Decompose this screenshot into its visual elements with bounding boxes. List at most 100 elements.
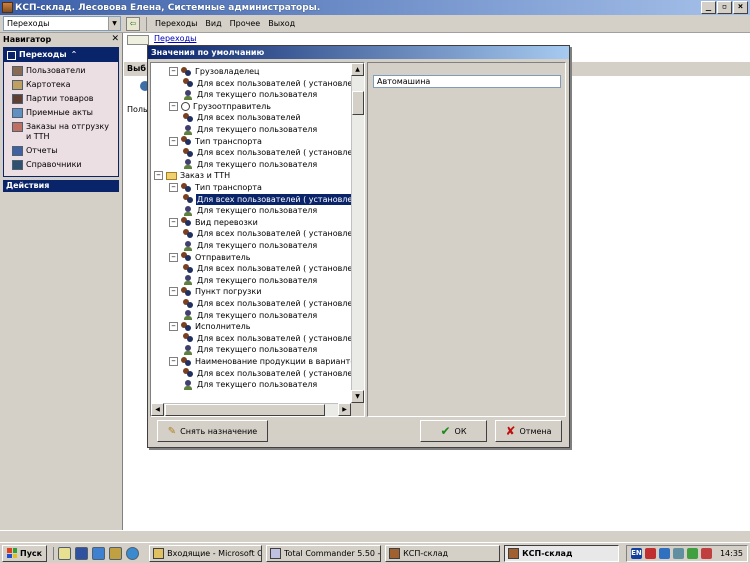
- volume-icon[interactable]: [672, 548, 684, 559]
- tree-node[interactable]: Для всех пользователей ( установлен: [183, 78, 351, 89]
- tree-node[interactable]: Для текущего пользователя: [183, 124, 318, 135]
- actions-panel-header[interactable]: Действия: [3, 180, 119, 192]
- tab-link-transitions[interactable]: Переходы: [154, 34, 196, 43]
- tree-collapse-icon[interactable]: −: [154, 171, 163, 181]
- scroll-thumb-horizontal[interactable]: [165, 404, 325, 416]
- desktop-icon[interactable]: [58, 546, 72, 560]
- menu-item-transitions[interactable]: Переходы: [151, 19, 201, 28]
- circle-icon: [181, 101, 190, 111]
- scroll-down-icon[interactable]: ▼: [351, 390, 364, 403]
- close-button[interactable]: ×: [733, 1, 748, 14]
- tree-node[interactable]: − Тип транспорта: [169, 182, 263, 193]
- tree-collapse-icon[interactable]: −: [169, 357, 178, 366]
- tree-node[interactable]: Для всех пользователей ( установлен: [183, 147, 351, 158]
- tree-node[interactable]: Для текущего пользователя: [183, 379, 318, 390]
- task-total-commander[interactable]: Total Commander 5.50 - ...: [266, 544, 382, 562]
- navigation-combo[interactable]: Переходы ▼: [3, 16, 121, 31]
- tree-node[interactable]: − Грузоотправитель: [169, 101, 272, 112]
- tree-node[interactable]: − Грузовладелец: [169, 66, 261, 77]
- tree-collapse-icon[interactable]: −: [169, 287, 178, 297]
- nav-item-reports[interactable]: Отчеты: [4, 144, 118, 158]
- clear-assignment-button[interactable]: ✎ Снять назначение: [157, 420, 268, 442]
- scroll-up-icon[interactable]: ▲: [351, 63, 364, 76]
- tree-node[interactable]: Для всех пользователей ( установлен: [183, 368, 351, 379]
- tree-node-selected[interactable]: Для всех пользователей ( установлен: [183, 193, 351, 205]
- tree-collapse-icon[interactable]: −: [169, 67, 178, 76]
- browser-icon[interactable]: [92, 546, 106, 560]
- broom-icon: ✎: [167, 425, 177, 437]
- tree-collapse-icon[interactable]: −: [169, 217, 178, 227]
- tree-node[interactable]: Для текущего пользователя: [183, 89, 318, 100]
- task-ksp-sklad[interactable]: КСП-склад: [385, 544, 501, 562]
- scroll-thumb[interactable]: [352, 91, 364, 115]
- chevron-down-icon[interactable]: ▼: [108, 17, 120, 30]
- ksp-icon: [389, 547, 401, 559]
- folder-icon: [166, 171, 177, 180]
- antivirus-icon[interactable]: [686, 548, 698, 559]
- menu-item-other[interactable]: Прочее: [226, 19, 265, 28]
- title-bar: КСП-склад. Лесовова Елена, Системные адм…: [0, 0, 750, 15]
- ok-button[interactable]: ✔ ОК: [420, 420, 487, 442]
- close-icon[interactable]: ✕: [111, 33, 119, 46]
- globe-icon[interactable]: [126, 546, 140, 560]
- tree-collapse-icon[interactable]: −: [169, 136, 178, 146]
- scroll-right-icon[interactable]: ▶: [338, 403, 351, 416]
- tree-node[interactable]: − Тип транспорта: [169, 136, 263, 147]
- nav-item-goods-batches[interactable]: Партии товаров: [4, 92, 118, 106]
- tree-node[interactable]: − Пункт погрузки: [169, 286, 262, 297]
- tree-node[interactable]: − Исполнитель: [169, 321, 251, 332]
- tree-node[interactable]: Для всех пользователей ( установлен: [183, 263, 351, 274]
- tree-collapse-icon[interactable]: −: [169, 252, 178, 262]
- tree-collapse-icon[interactable]: −: [169, 183, 178, 192]
- tree-node[interactable]: − Заказ и ТТН: [154, 170, 231, 181]
- minimize-button[interactable]: _: [701, 1, 716, 14]
- tree-node[interactable]: Для текущего пользователя: [183, 310, 318, 321]
- users-group-icon: [181, 136, 192, 146]
- collapse-icon[interactable]: ⌃: [71, 48, 78, 62]
- nav-item-shipping-orders[interactable]: Заказы на отгрузку и ТТН: [4, 120, 118, 144]
- tree-node[interactable]: Для всех пользователей: [183, 112, 302, 123]
- tools-icon[interactable]: [109, 546, 123, 560]
- tree-collapse-icon[interactable]: −: [169, 322, 178, 332]
- tree-node[interactable]: Для текущего пользователя: [183, 275, 318, 286]
- tree-node-label: Для всех пользователей ( установлен: [197, 78, 351, 88]
- tree-node-label: Для текущего пользователя: [197, 275, 318, 285]
- task-ksp-sklad-active[interactable]: КСП-склад: [504, 544, 620, 562]
- tree-node[interactable]: Для всех пользователей ( установлен: [183, 228, 351, 239]
- tree-node[interactable]: − Наименование продукции в варианте для: [169, 356, 351, 367]
- tree-node[interactable]: Для всех пользователей ( установлен: [183, 333, 351, 344]
- tree-node[interactable]: − Вид перевозки: [169, 217, 259, 228]
- maximize-button[interactable]: ▫: [717, 1, 732, 14]
- tree-node[interactable]: − Отправитель: [169, 252, 252, 263]
- navigator-title: Навигатор: [3, 35, 52, 44]
- tree-node[interactable]: Для текущего пользователя: [183, 344, 318, 355]
- tree-node[interactable]: Для текущего пользователя: [183, 240, 318, 251]
- tree-node[interactable]: Для всех пользователей ( установлен: [183, 298, 351, 309]
- tree-node[interactable]: Для текущего пользователя: [183, 159, 318, 170]
- shield-icon[interactable]: [700, 548, 712, 559]
- transitions-panel-header[interactable]: Переходы ⌃: [4, 48, 118, 62]
- tree-node-label: Для текущего пользователя: [197, 90, 318, 100]
- navigate-icon[interactable]: ⇦: [126, 16, 140, 31]
- default-value-field[interactable]: Автомашина: [373, 75, 561, 88]
- nav-item-users[interactable]: Пользователи: [4, 64, 118, 78]
- horizontal-scrollbar[interactable]: ◀ ▶: [151, 403, 351, 416]
- tree-node[interactable]: Для текущего пользователя: [183, 205, 318, 216]
- network-icon[interactable]: [644, 548, 656, 559]
- vertical-scrollbar[interactable]: ▲ ▼: [351, 63, 364, 403]
- task-outlook[interactable]: Входящие - Microsoft O...: [149, 544, 263, 562]
- monitor-icon[interactable]: [658, 548, 670, 559]
- tree-node-label: Для текущего пользователя: [197, 380, 318, 390]
- cancel-button[interactable]: ✘ Отмена: [495, 420, 562, 442]
- nav-item-references[interactable]: Справочники: [4, 158, 118, 172]
- menu-item-exit[interactable]: Выход: [264, 19, 299, 28]
- nav-item-receipt-acts[interactable]: Приемные акты: [4, 106, 118, 120]
- language-indicator[interactable]: EN: [630, 548, 642, 559]
- menu-item-view[interactable]: Вид: [201, 19, 225, 28]
- tree-collapse-icon[interactable]: −: [169, 101, 178, 111]
- nav-item-card-index[interactable]: Картотека: [4, 78, 118, 92]
- start-button[interactable]: Пуск: [2, 544, 48, 562]
- scroll-left-icon[interactable]: ◀: [151, 403, 164, 416]
- default-values-dialog: Значения по умолчанию − Грузовладелец Для …: [147, 45, 570, 448]
- save-icon[interactable]: [75, 546, 89, 560]
